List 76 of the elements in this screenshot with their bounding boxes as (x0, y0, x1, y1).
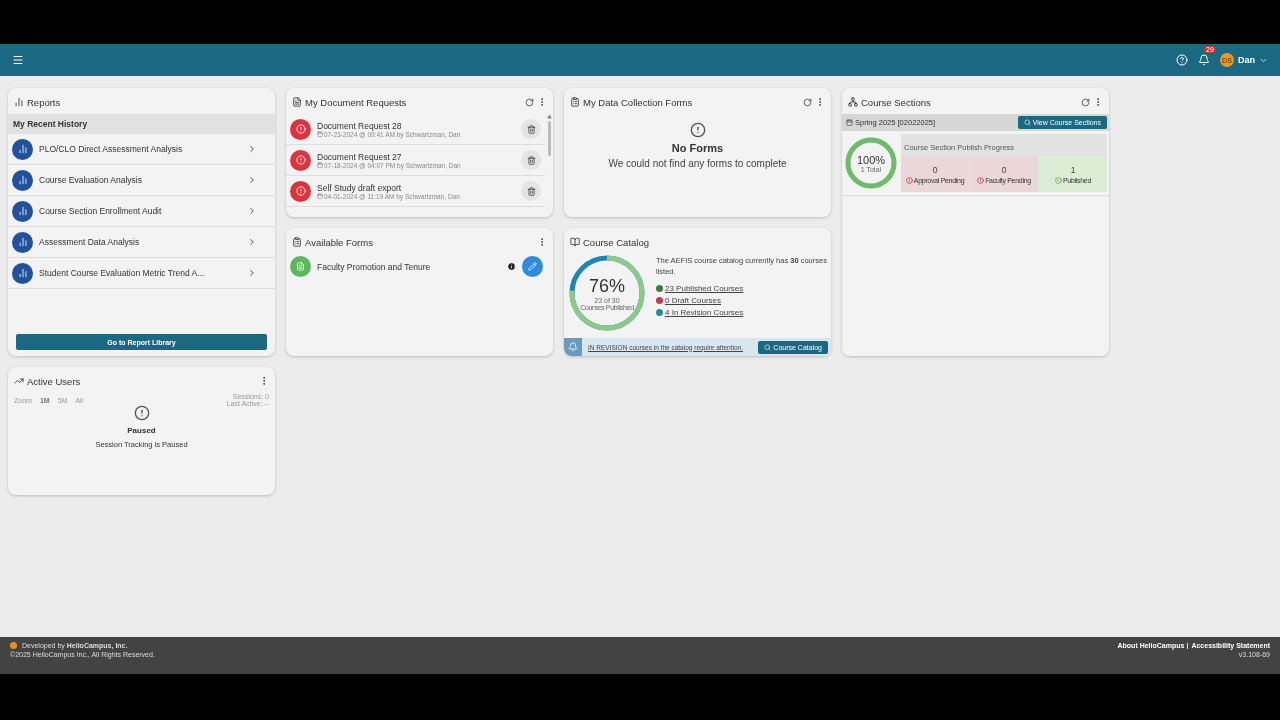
request-name: Document Request 28 (317, 120, 403, 131)
card-title: Course Sections (861, 96, 931, 108)
empty-message: We could not find any forms to complete (608, 158, 787, 169)
help-icon[interactable] (1176, 54, 1188, 66)
search-icon (1023, 119, 1031, 126)
refresh-icon[interactable] (1081, 97, 1090, 107)
alert-icon (977, 176, 985, 184)
calendar-icon (317, 131, 323, 137)
delete-button[interactable] (521, 181, 541, 201)
bar-chart-icon (17, 237, 28, 247)
card-title: Available Forms (305, 236, 373, 248)
form-item[interactable]: Faculty Promotion and Tenure (286, 254, 553, 279)
chevron-right-icon (247, 175, 257, 185)
trend-icon (14, 376, 24, 386)
trash-icon (526, 124, 536, 134)
chevron-right-icon (247, 206, 257, 216)
book-icon (570, 237, 580, 247)
request-name: Document Request 27 (317, 151, 403, 162)
card-title: Reports (27, 96, 61, 108)
request-name: Self Study draft export (317, 182, 403, 193)
refresh-icon[interactable] (525, 97, 534, 107)
alert-icon (689, 122, 706, 138)
calendar-icon (317, 193, 323, 199)
pencil-icon (528, 262, 537, 271)
alert-icon (290, 149, 311, 171)
catalog-link[interactable]: 4 In Revision Courses (665, 308, 744, 317)
section-heading: My Recent History (8, 114, 275, 134)
empty-title: No Forms (671, 142, 724, 154)
card-title: Course Catalog (583, 236, 649, 248)
report-item[interactable]: Student Course Evaluation Metric Trend A... (8, 258, 275, 289)
catalog-link[interactable]: 0 Draft Courses (665, 296, 722, 305)
form-icon (290, 256, 311, 277)
alert-icon (290, 118, 311, 140)
bar-chart-icon (17, 268, 28, 278)
network-icon (848, 97, 858, 107)
logo-icon (10, 642, 17, 649)
bell-icon (568, 342, 578, 352)
search-icon (764, 343, 772, 351)
calendar-icon (317, 162, 323, 168)
bar-chart-icon (14, 97, 24, 107)
trash-icon (526, 186, 536, 196)
alert-icon (905, 176, 913, 184)
status-title: Paused (127, 426, 156, 435)
chevron-right-icon (247, 144, 257, 154)
bar-chart-icon (17, 144, 28, 154)
delete-button[interactable] (521, 119, 541, 139)
progress-ring (844, 136, 898, 190)
card-title: My Document Requests (305, 96, 407, 108)
chevron-right-icon (247, 237, 257, 247)
refresh-icon[interactable] (803, 97, 812, 107)
card-title: Active Users (27, 375, 81, 387)
report-item[interactable]: Assessment Data Analysis (8, 227, 275, 258)
clipboard-icon (570, 97, 580, 107)
trash-icon (526, 155, 536, 165)
info-icon[interactable] (507, 262, 516, 271)
clipboard-icon (292, 237, 302, 247)
alert-icon (290, 180, 311, 202)
scroll-up-icon (546, 114, 552, 119)
percent-value: 100% (856, 153, 886, 166)
percent-value: 76% (589, 275, 625, 297)
catalog-link[interactable]: 23 Published Courses (665, 284, 744, 293)
document-icon (292, 97, 302, 107)
check-icon (1054, 176, 1062, 184)
report-item[interactable]: PLO/CLO Direct Assessment Analysis (8, 134, 275, 165)
alert-icon (133, 405, 150, 421)
report-item[interactable]: Course Evaluation Analysis (8, 165, 275, 196)
calendar-icon (846, 119, 853, 126)
edit-button[interactable] (522, 256, 543, 277)
bar-chart-icon (17, 175, 28, 185)
chevron-right-icon (247, 268, 257, 278)
delete-button[interactable] (521, 150, 541, 170)
card-title: My Data Collection Forms (583, 96, 693, 108)
menu-icon[interactable] (12, 54, 24, 66)
bar-chart-icon (17, 206, 28, 216)
report-item[interactable]: Course Section Enrollment Audit (8, 196, 275, 227)
notifications-icon[interactable] (1198, 54, 1210, 66)
